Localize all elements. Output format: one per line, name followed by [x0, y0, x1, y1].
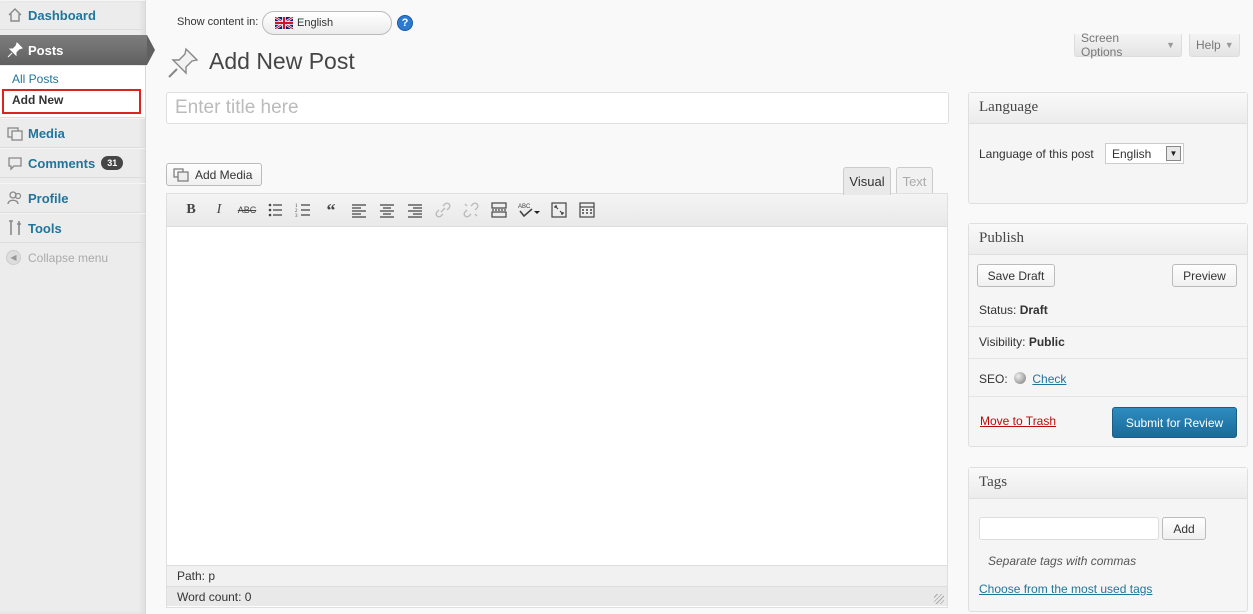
menu-item-label: Posts: [28, 42, 64, 58]
media-icon: [173, 167, 189, 182]
editor-content-area[interactable]: [167, 227, 947, 565]
menu-item-posts[interactable]: Posts: [0, 35, 155, 65]
resize-handle-icon[interactable]: [934, 594, 944, 604]
editor-path: Path: p: [167, 565, 947, 586]
media-icon: [6, 124, 24, 142]
tags-box-title: Tags: [969, 468, 1247, 499]
seo-row: SEO: Check: [979, 372, 1066, 386]
seo-label: SEO:: [979, 372, 1008, 386]
tab-visual[interactable]: Visual: [843, 167, 891, 195]
status-value: Draft: [1019, 303, 1048, 317]
tools-icon: [6, 219, 24, 237]
language-select[interactable]: English ▼: [1105, 143, 1184, 164]
publish-box-title: Publish: [969, 224, 1247, 255]
language-select-value: English: [1112, 146, 1152, 161]
post-editor: B I ABC 123 “ ABC Path: p Word count: 0: [166, 193, 948, 608]
menu-item-tools[interactable]: Tools: [0, 213, 145, 243]
page-title: Add New Post: [209, 48, 355, 74]
word-count-bar: Word count: 0: [167, 586, 947, 606]
show-content-label: Show content in:: [177, 16, 259, 28]
visibility-row: Visibility: Public: [979, 335, 1065, 349]
save-draft-button[interactable]: Save Draft: [977, 264, 1055, 287]
menu-item-label: Profile: [28, 190, 69, 206]
admin-menu: Dashboard Posts All Posts Add New Media …: [0, 0, 155, 614]
submit-for-review-button[interactable]: Submit for Review: [1112, 407, 1237, 438]
strikethrough-icon[interactable]: ABC: [233, 198, 261, 222]
menu-item-label: Media: [28, 125, 65, 141]
svg-text:ABC: ABC: [518, 204, 531, 210]
visibility-value: Public: [1028, 335, 1065, 349]
menu-item-comments[interactable]: Comments 31: [0, 148, 145, 178]
editor-toolbar: B I ABC 123 “ ABC: [167, 194, 947, 227]
seo-check-link[interactable]: Check: [1032, 372, 1066, 386]
profile-icon: [6, 189, 24, 207]
menu-item-label: Dashboard: [28, 7, 96, 23]
submenu-add-new[interactable]: Add New: [2, 89, 141, 114]
divider: [969, 358, 1247, 359]
collapse-menu-label: Collapse menu: [28, 250, 109, 265]
more-tag-icon[interactable]: [485, 198, 513, 222]
divider: [969, 396, 1247, 397]
align-left-icon[interactable]: [345, 198, 373, 222]
comments-count-badge: 31: [101, 156, 124, 170]
submenu-all-posts[interactable]: All Posts: [12, 72, 59, 86]
help-icon[interactable]: ?: [397, 15, 413, 31]
chevron-down-icon: ▼: [1166, 146, 1181, 161]
spellcheck-icon[interactable]: ABC: [513, 198, 545, 222]
language-of-post-label: Language of this post: [979, 147, 1094, 161]
status-row: Status: Draft: [979, 303, 1048, 317]
divider: [969, 326, 1247, 327]
screen-options-button[interactable]: Screen Options ▼: [1074, 31, 1182, 59]
menu-item-media[interactable]: Media: [0, 118, 145, 148]
help-label: Help: [1196, 38, 1221, 52]
content-language-label: English: [297, 17, 334, 29]
menu-item-profile[interactable]: Profile: [0, 183, 145, 213]
collapse-arrow-icon: ◀: [6, 250, 21, 265]
menu-item-label: Tools: [28, 220, 62, 236]
align-center-icon[interactable]: [373, 198, 401, 222]
align-right-icon[interactable]: [401, 198, 429, 222]
post-title-input[interactable]: [166, 92, 949, 124]
word-count: Word count: 0: [177, 590, 252, 604]
chevron-down-icon: ▼: [1224, 40, 1234, 50]
italic-icon[interactable]: I: [205, 198, 233, 222]
preview-button[interactable]: Preview: [1172, 264, 1237, 287]
unlink-icon[interactable]: [457, 198, 485, 222]
numbered-list-icon[interactable]: 123: [289, 198, 317, 222]
svg-text:3: 3: [295, 214, 298, 218]
dashboard-icon: [6, 6, 24, 24]
add-tag-button[interactable]: Add: [1162, 517, 1206, 540]
kitchen-sink-icon[interactable]: [573, 198, 601, 222]
collapse-menu[interactable]: ◀ Collapse menu: [6, 250, 108, 265]
posts-submenu: All Posts Add New: [0, 66, 145, 118]
seo-status-dot-icon: [1014, 372, 1027, 384]
chevron-down-icon: ▼: [1166, 40, 1175, 50]
blockquote-icon[interactable]: “: [317, 198, 345, 222]
new-tag-input[interactable]: [979, 517, 1159, 540]
tab-text[interactable]: Text: [896, 167, 933, 194]
add-media-label: Add Media: [195, 167, 253, 182]
visibility-label: Visibility:: [979, 335, 1026, 349]
language-box-title: Language: [969, 93, 1247, 124]
choose-most-used-tags-link[interactable]: Choose from the most used tags: [979, 582, 1152, 596]
menu-item-dashboard[interactable]: Dashboard: [0, 0, 145, 30]
pushpin-icon: [168, 47, 199, 78]
move-to-trash-link[interactable]: Move to Trash: [980, 414, 1056, 428]
bold-icon[interactable]: B: [177, 198, 205, 222]
fullscreen-icon[interactable]: [545, 198, 573, 222]
content-language-switcher[interactable]: English: [262, 11, 392, 35]
add-media-button[interactable]: Add Media: [166, 163, 262, 186]
screen-options-label: Screen Options: [1081, 31, 1123, 59]
menu-item-label: Comments: [28, 155, 96, 171]
bullet-list-icon[interactable]: [261, 198, 289, 222]
link-icon[interactable]: [429, 198, 457, 222]
status-label: Status:: [979, 303, 1017, 317]
uk-flag-icon: [275, 17, 293, 29]
pin-icon: [6, 41, 24, 59]
comments-icon: [6, 154, 24, 172]
help-button[interactable]: Help ▼: [1189, 34, 1240, 57]
tags-hint: Separate tags with commas: [988, 554, 1137, 568]
